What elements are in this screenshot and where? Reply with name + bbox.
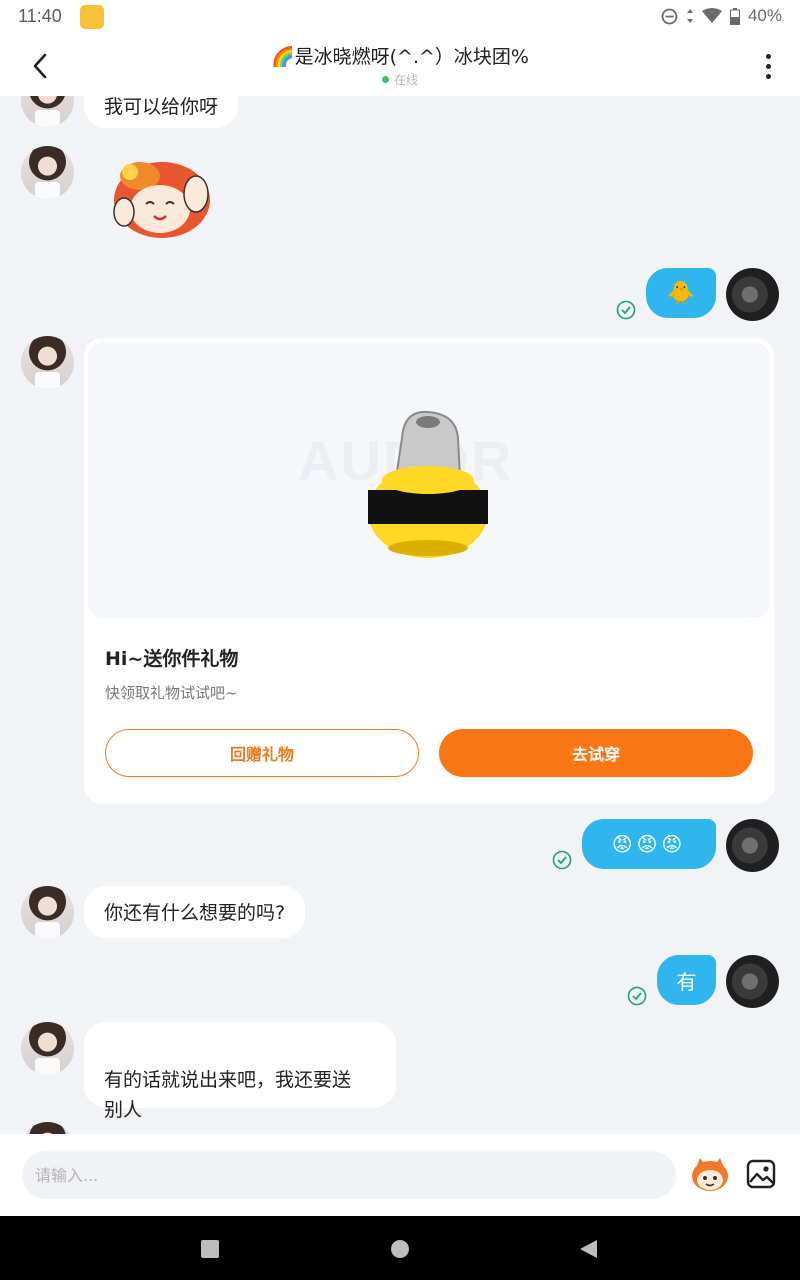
contact-avatar[interactable] bbox=[21, 1022, 74, 1075]
back-arrow-icon bbox=[33, 53, 47, 79]
message-text: 我可以给你呀 bbox=[104, 96, 219, 118]
return-gift-button[interactable]: 回赠礼物 bbox=[105, 729, 419, 777]
message-bubble-sent[interactable]: 🐥 bbox=[646, 268, 716, 318]
home-icon[interactable] bbox=[389, 1238, 411, 1260]
check-circle-icon bbox=[552, 850, 572, 870]
back-nav-icon[interactable] bbox=[577, 1238, 599, 1260]
contact-avatar[interactable] bbox=[21, 96, 74, 127]
gift-subtitle: 快领取礼物试试吧~ bbox=[105, 684, 238, 702]
gift-bee-item bbox=[368, 410, 488, 558]
contact-avatar[interactable] bbox=[21, 336, 74, 389]
emoji-content: 😡😡😡 bbox=[611, 832, 687, 856]
chat-messages[interactable]: 我可以给你呀 🐥 AUDOR Hi~送你 bbox=[0, 96, 800, 1134]
input-bar bbox=[0, 1134, 800, 1216]
emoji-face-icon[interactable] bbox=[690, 1154, 730, 1194]
more-dot bbox=[765, 63, 771, 69]
message-bubble-sent[interactable]: 有 bbox=[657, 955, 716, 1005]
message-bubble-received[interactable]: 你还有什么想要的吗? bbox=[84, 886, 306, 938]
message-text: 你还有什么想要的吗? bbox=[104, 902, 286, 924]
check-circle-icon bbox=[616, 300, 636, 320]
chat-title: 🌈是冰晓燃呀(^.^）冰块团% bbox=[270, 46, 529, 68]
chat-header: 🌈是冰晓燃呀(^.^）冰块团% 在线 bbox=[0, 34, 800, 96]
message-bubble-sent[interactable]: 😡😡😡 bbox=[582, 819, 716, 869]
dnd-icon bbox=[661, 8, 678, 24]
system-navigation-bar bbox=[0, 1216, 800, 1280]
more-dot bbox=[765, 53, 771, 59]
message-text: 有 bbox=[676, 969, 697, 994]
online-status: 在线 bbox=[150, 71, 650, 88]
chat-title-area: 🌈是冰晓燃呀(^.^）冰块团% 在线 bbox=[150, 42, 650, 88]
contact-avatar[interactable] bbox=[21, 886, 74, 939]
recent-apps-icon[interactable] bbox=[199, 1238, 221, 1260]
try-on-button[interactable]: 去试穿 bbox=[439, 729, 753, 777]
online-dot-icon bbox=[381, 76, 389, 83]
cartoon-girl-sticker[interactable] bbox=[110, 154, 214, 240]
my-avatar[interactable] bbox=[726, 268, 779, 321]
check-circle-icon bbox=[627, 986, 647, 1006]
contact-avatar[interactable] bbox=[21, 1122, 74, 1134]
contact-avatar[interactable] bbox=[21, 146, 74, 199]
status-bar: 11:40 40% bbox=[0, 0, 800, 34]
back-button[interactable] bbox=[22, 48, 58, 84]
image-icon[interactable] bbox=[745, 1158, 777, 1190]
gift-image: AUDOR bbox=[88, 342, 770, 618]
message-input[interactable] bbox=[22, 1151, 676, 1199]
status-indicators: 40% bbox=[661, 6, 782, 26]
status-time: 11:40 bbox=[18, 6, 62, 26]
app-notification-icon bbox=[80, 5, 104, 29]
online-status-text: 在线 bbox=[393, 73, 418, 87]
wifi-icon bbox=[701, 8, 722, 23]
emoji-content: 🐥 bbox=[667, 280, 695, 306]
data-arrows-icon bbox=[686, 9, 693, 23]
battery-icon bbox=[729, 7, 740, 25]
message-text: 有的话就说出来吧，我还要送 别人 bbox=[104, 1069, 352, 1121]
more-options-button[interactable] bbox=[754, 48, 782, 84]
message-bubble-received[interactable]: 我可以给你呀 bbox=[84, 96, 239, 128]
battery-level: 40% bbox=[747, 6, 782, 25]
my-avatar[interactable] bbox=[726, 819, 779, 872]
gift-title: Hi~送你件礼物 bbox=[105, 648, 239, 670]
gift-card[interactable]: AUDOR Hi~送你件礼物 快领取礼物试试吧~ 回赠礼物 去试穿 bbox=[84, 338, 774, 804]
message-bubble-received[interactable]: 有的话就说出来吧，我还要送 别人 bbox=[84, 1022, 396, 1121]
more-dot bbox=[765, 73, 771, 79]
my-avatar[interactable] bbox=[726, 955, 779, 1008]
